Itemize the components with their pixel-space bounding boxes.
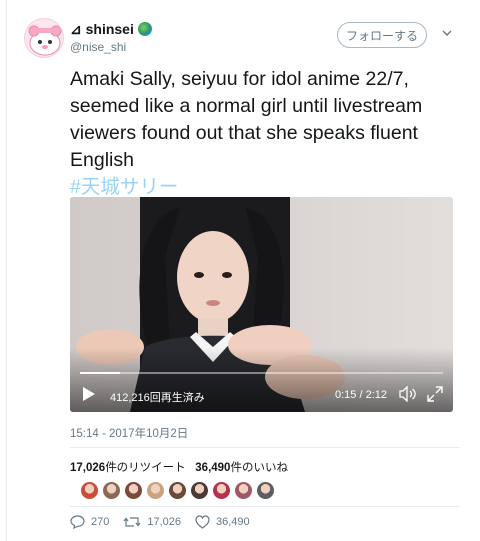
likes-count[interactable]: 36,490: [195, 462, 230, 474]
like-count: 36,490: [216, 516, 250, 528]
display-name-row[interactable]: ⊿ shinsei: [70, 20, 152, 38]
play-icon[interactable]: [82, 386, 96, 402]
video-player[interactable]: 412,216回再生済み 0:15 / 2:12: [70, 197, 453, 412]
likes-label[interactable]: 件のいいね: [230, 462, 288, 474]
timeline-rule: [6, 0, 7, 541]
reply-action[interactable]: 270: [70, 515, 109, 529]
liker-avatar[interactable]: [168, 481, 187, 500]
retweet-action[interactable]: 17,026: [123, 515, 181, 529]
user-names: ⊿ shinsei @nise_shi: [70, 20, 152, 54]
fullscreen-icon[interactable]: [427, 386, 443, 402]
like-action[interactable]: 36,490: [195, 515, 250, 529]
user-handle[interactable]: @nise_shi: [70, 40, 152, 54]
tweet-body: Amaki Sally, seiyuu for idol anime 22/7,…: [70, 68, 423, 171]
tweet-header: ⊿ shinsei @nise_shi フォローする: [24, 18, 464, 58]
avatar-illustration: [28, 25, 62, 56]
liker-avatars: [80, 481, 275, 500]
video-controls: 412,216回再生済み 0:15 / 2:12: [70, 377, 453, 412]
retweet-count: 17,026: [147, 516, 182, 528]
chevron-down-icon[interactable]: [442, 28, 452, 38]
liker-avatar[interactable]: [124, 481, 143, 500]
liker-avatar[interactable]: [212, 481, 231, 500]
progress-fill: [80, 372, 120, 374]
reply-icon: [70, 515, 85, 529]
retweets-count[interactable]: 17,026: [70, 462, 105, 474]
liker-avatar[interactable]: [256, 481, 275, 500]
tweet-actions: 270 17,026 36,490: [70, 515, 264, 529]
tweet-timestamp[interactable]: 15:14 - 2017年10月2日: [70, 425, 188, 441]
reply-count: 270: [91, 516, 110, 528]
retweet-icon: [123, 517, 141, 527]
video-time: 0:15 / 2:12: [335, 389, 387, 401]
follow-button[interactable]: フォローする: [337, 22, 427, 48]
view-count: 412,216回再生済み: [110, 392, 205, 404]
avatar[interactable]: [24, 18, 64, 58]
progress-bar[interactable]: [80, 372, 443, 374]
display-name[interactable]: ⊿ shinsei: [70, 21, 134, 38]
speaker-icon[interactable]: [399, 386, 417, 402]
globe-icon: [137, 22, 152, 36]
liker-avatar[interactable]: [102, 481, 121, 500]
tweet-text: Amaki Sally, seiyuu for idol anime 22/7,…: [70, 66, 460, 201]
liker-avatar[interactable]: [190, 481, 209, 500]
liker-avatar[interactable]: [234, 481, 253, 500]
divider: [70, 506, 460, 507]
retweets-label[interactable]: 件のリツイート: [105, 462, 186, 474]
heart-icon: [195, 515, 210, 529]
liker-avatar[interactable]: [146, 481, 165, 500]
divider: [70, 447, 460, 448]
engagement-stats: 17,026件のリツイート 36,490件のいいね: [70, 459, 288, 475]
liker-avatar[interactable]: [80, 481, 99, 500]
